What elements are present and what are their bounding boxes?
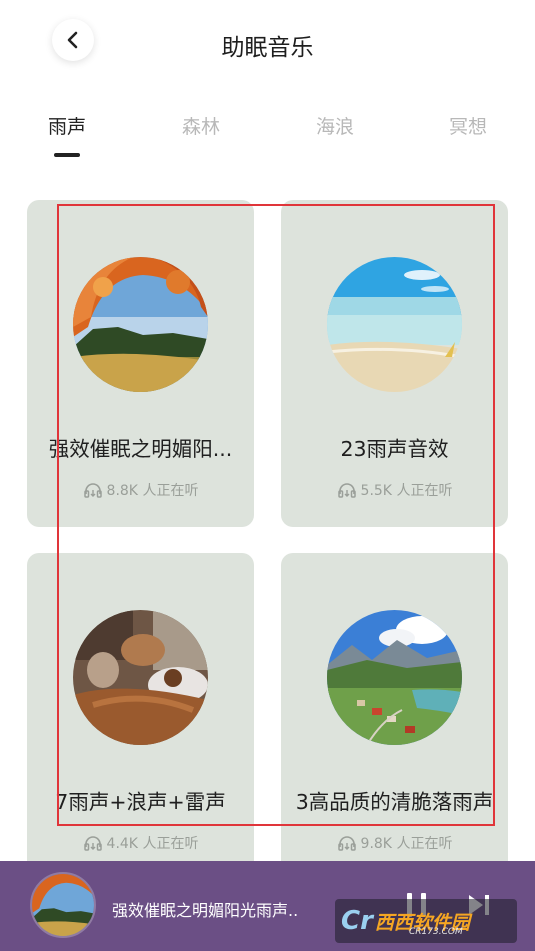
sound-card[interactable]: 7雨声+浪声+雷声 4.4K 人正在听 [27,553,254,880]
card-title: 7雨声+浪声+雷声 [55,790,226,814]
category-tabs: 雨声 森林 海浪 冥想 [0,108,535,163]
now-playing-cover [30,872,96,938]
listener-count: 8.8K 人正在听 [27,480,254,500]
headphones-icon [337,483,356,498]
card-title: 强效催眠之明媚阳... [48,437,233,461]
listener-count: 4.4K 人正在听 [27,833,254,853]
listener-count: 5.5K 人正在听 [281,480,508,500]
card-cover-image [73,257,208,392]
page-title: 助眠音乐 [221,35,314,61]
tab-rain[interactable]: 雨声 [48,112,86,139]
watermark-logo: Cr [341,906,373,936]
listener-count-text: 9.8K 人正在听 [360,836,453,852]
tab-forest[interactable]: 森林 [182,112,220,139]
headphones-icon [83,483,102,498]
header-bar: 助眠音乐 [0,0,535,90]
card-title: 23雨声音效 [340,437,449,461]
card-cover-image [327,257,462,392]
watermark-url: CR173.COM [409,927,463,937]
listener-count-text: 5.5K 人正在听 [360,483,453,499]
headphones-icon [83,836,102,851]
headphones-icon [337,836,356,851]
now-playing-title: 强效催眠之明媚阳光雨声.. [112,901,299,920]
tab-waves[interactable]: 海浪 [316,112,354,139]
card-cover-image [73,610,208,745]
active-tab-indicator [54,153,80,157]
sound-card[interactable]: 强效催眠之明媚阳... 8.8K 人正在听 [27,200,254,527]
site-watermark: Cr 西西软件园 CR173.COM [335,899,517,943]
listener-count-text: 4.4K 人正在听 [106,836,199,852]
sound-card[interactable]: 23雨声音效 5.5K 人正在听 [281,200,508,527]
card-title: 3高品质的清脆落雨声 [295,790,494,814]
sound-card[interactable]: 3高品质的清脆落雨声 9.8K 人正在听 [281,553,508,880]
listener-count-text: 8.8K 人正在听 [106,483,199,499]
card-cover-image [327,610,462,745]
listener-count: 9.8K 人正在听 [281,833,508,853]
tab-meditation[interactable]: 冥想 [449,112,487,139]
